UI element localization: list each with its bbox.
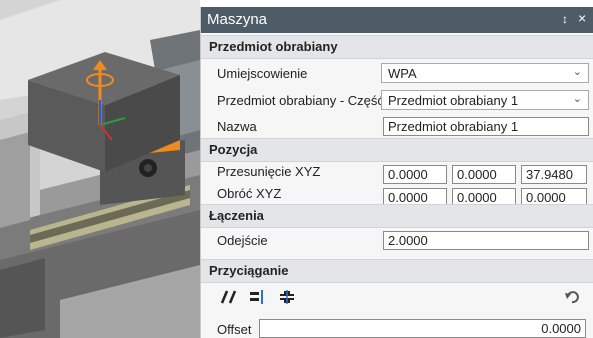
name-label: Nazwa bbox=[217, 119, 257, 134]
machine-scene bbox=[0, 0, 200, 338]
undo-icon[interactable] bbox=[564, 290, 580, 307]
chevron-down-icon: ⌄ bbox=[572, 66, 582, 78]
rotate-xyz-label: Obróć XYZ bbox=[217, 186, 282, 201]
align-edge-icon[interactable] bbox=[249, 290, 265, 307]
section-connections-label: Łączenia bbox=[209, 208, 264, 223]
section-snapping[interactable]: Przyciąganie bbox=[201, 259, 593, 283]
3d-viewport[interactable] bbox=[0, 0, 200, 338]
snap-offset-label: Offset bbox=[217, 322, 252, 337]
snap-offset-input[interactable]: 0.0000 bbox=[259, 319, 586, 338]
departure-input[interactable]: 2.0000 bbox=[383, 231, 589, 250]
offset-xyz-label: Przesunięcie XYZ bbox=[217, 164, 321, 179]
section-snapping-label: Przyciąganie bbox=[209, 263, 289, 278]
section-workpiece[interactable]: Przedmiot obrabiany bbox=[201, 35, 593, 59]
parallel-icon[interactable] bbox=[220, 290, 237, 307]
pin-icon[interactable]: ↕ bbox=[562, 12, 568, 26]
location-dropdown[interactable]: WPA ⌄ bbox=[381, 63, 589, 83]
align-center-icon[interactable] bbox=[279, 290, 295, 307]
close-icon[interactable]: × bbox=[578, 10, 586, 26]
section-workpiece-label: Przedmiot obrabiany bbox=[209, 39, 338, 54]
offset-y-input[interactable]: 0.0000 bbox=[452, 165, 516, 184]
part-dropdown[interactable]: Przedmiot obrabiany 1 ⌄ bbox=[381, 90, 589, 110]
offset-z-input[interactable]: 37.9480 bbox=[521, 165, 587, 184]
part-value: Przedmiot obrabiany 1 bbox=[388, 93, 519, 108]
section-position-label: Pozycja bbox=[209, 142, 258, 157]
section-connections[interactable]: Łączenia bbox=[201, 204, 593, 228]
name-input[interactable]: Przedmiot obrabiany 1 bbox=[383, 117, 589, 136]
panel-title: Maszyna bbox=[207, 11, 268, 28]
part-label: Przedmiot obrabiany - Część bbox=[217, 93, 384, 108]
location-label: Umiejscowienie bbox=[217, 66, 308, 81]
location-value: WPA bbox=[388, 66, 417, 81]
chevron-down-icon: ⌄ bbox=[572, 93, 582, 105]
departure-label: Odejście bbox=[217, 233, 268, 248]
offset-x-input[interactable]: 0.0000 bbox=[383, 165, 447, 184]
panel-titlebar: Maszyna ↕ × bbox=[201, 7, 593, 33]
machine-properties-panel: Maszyna ↕ × Przedmiot obrabiany Umiejsco… bbox=[200, 7, 593, 338]
section-position[interactable]: Pozycja bbox=[201, 138, 593, 162]
